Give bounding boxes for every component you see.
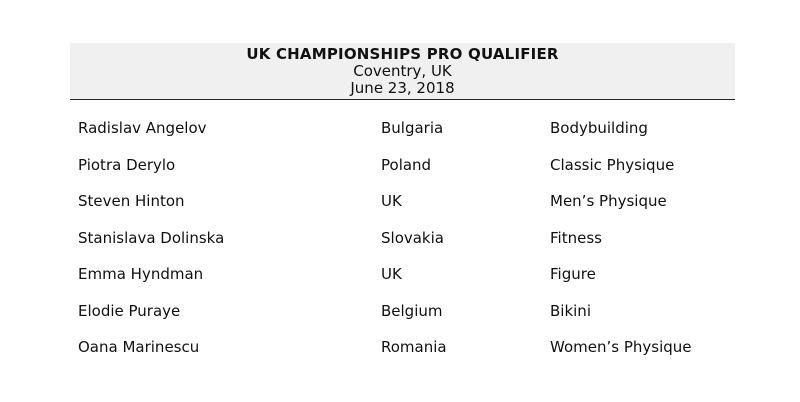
- document-page: UK CHAMPIONSHIPS PRO QUALIFIER Coventry,…: [0, 0, 800, 402]
- athlete-name: Radislav Angelov: [78, 119, 207, 137]
- event-location: Coventry, UK: [353, 62, 452, 80]
- athlete-country: Poland: [381, 155, 432, 174]
- qualifier-list: Radislav Angelov Bulgaria Bodybuilding P…: [70, 110, 735, 366]
- table-row: Oana Marinescu Romania Women’s Physique: [70, 329, 735, 366]
- athlete-division: Classic Physique: [550, 155, 675, 174]
- athlete-division: Bodybuilding: [550, 119, 648, 137]
- athlete-country: Bulgaria: [381, 119, 444, 137]
- athlete-country: UK: [381, 265, 402, 283]
- event-header: UK CHAMPIONSHIPS PRO QUALIFIER Coventry,…: [70, 43, 735, 100]
- table-row: Steven Hinton UK Men’s Physique: [70, 183, 735, 220]
- table-row: Piotra Derylo Poland Classic Physique: [70, 147, 735, 184]
- table-row: Elodie Puraye Belgium Bikini: [70, 293, 735, 330]
- event-title: UK CHAMPIONSHIPS PRO QUALIFIER: [246, 45, 559, 63]
- athlete-name: Emma Hyndman: [78, 265, 204, 283]
- table-row: Stanislava Dolinska Slovakia Fitness: [70, 220, 735, 257]
- athlete-division: Fitness: [550, 228, 602, 247]
- event-date: June 23, 2018: [350, 79, 455, 97]
- athlete-name: Steven Hinton: [78, 192, 185, 210]
- table-row: Emma Hyndman UK Figure: [70, 256, 735, 293]
- athlete-country: Romania: [381, 338, 447, 356]
- table-row: Radislav Angelov Bulgaria Bodybuilding: [70, 110, 735, 147]
- athlete-division: Women’s Physique: [550, 338, 692, 356]
- athlete-name: Elodie Puraye: [78, 301, 181, 320]
- athlete-name: Piotra Derylo: [78, 155, 176, 174]
- athlete-country: Belgium: [381, 301, 443, 320]
- athlete-division: Bikini: [550, 301, 591, 320]
- athlete-country: UK: [381, 192, 402, 210]
- athlete-name: Stanislava Dolinska: [78, 228, 225, 247]
- athlete-division: Men’s Physique: [550, 192, 667, 210]
- athlete-division: Figure: [550, 265, 596, 283]
- athlete-country: Slovakia: [381, 228, 444, 247]
- athlete-name: Oana Marinescu: [78, 338, 200, 356]
